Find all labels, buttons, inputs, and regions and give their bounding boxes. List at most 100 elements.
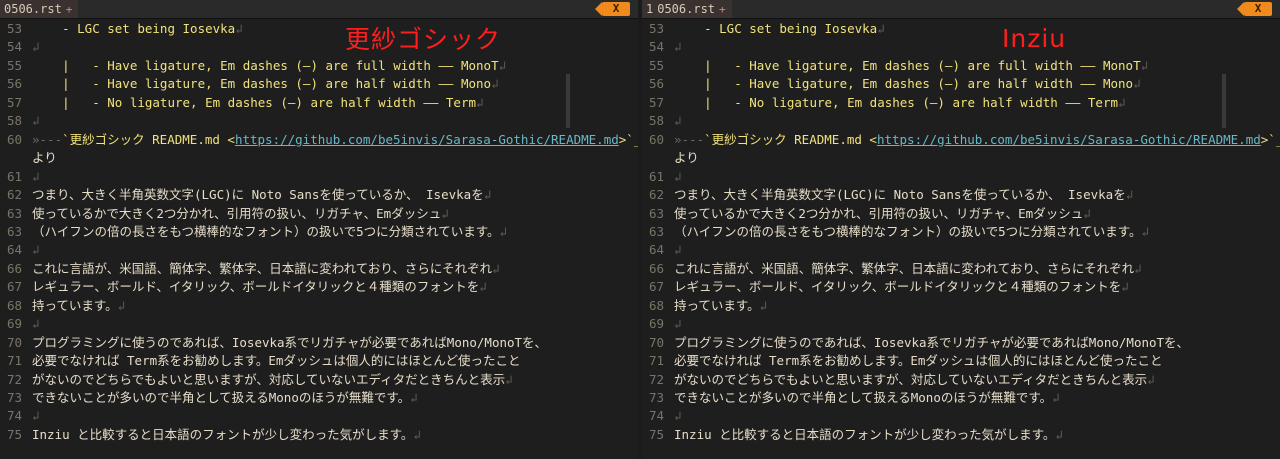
editor-line[interactable]: 60 »---`更紗ゴシック README.md <https://github.… bbox=[642, 131, 1280, 149]
file-tab[interactable]: 1 0506.rst + bbox=[642, 0, 732, 18]
editor-line[interactable]: より bbox=[642, 149, 1280, 167]
tab-label: 0506.rst bbox=[4, 2, 62, 16]
line-text: | - No ligature, Em dashes (—) are half … bbox=[32, 94, 477, 110]
editor-line[interactable]: 69 ↲ bbox=[0, 315, 638, 333]
editor-line[interactable]: 60 »---`更紗ゴシック README.md <https://github.… bbox=[0, 131, 638, 149]
editor-line[interactable]: 62 つまり、大きく半角英数文字(LGC)に Noto Sansを使っているか、 … bbox=[642, 186, 1280, 204]
editor-line[interactable]: 67 レギュラー、ボールド、イタリック、ボールドイタリックと４種類のフォントを↲ bbox=[642, 278, 1280, 296]
editor-line[interactable]: 53 - LGC set being Iosevka↲ bbox=[0, 20, 638, 38]
editor-text-area[interactable]: 53 - LGC set being Iosevka↲ 54 ↲ 55 | - Hav… bbox=[0, 19, 638, 459]
line-return-glyph: ↲ bbox=[476, 94, 484, 110]
line-text: 必要でなければ Term系をお勧めします。Emダッシュは個人的にはほとんど使った… bbox=[32, 353, 521, 369]
line-text: - LGC set being Iosevka bbox=[674, 21, 878, 36]
line-text: 使っているかで大きく2つ分かれ、引用符の扱い、リガチャ、Emダッシュ bbox=[674, 205, 1084, 221]
editor-line[interactable]: 73 できないことが多いので半角として扱えるMonoのほうが無難です。↲ bbox=[0, 389, 638, 407]
line-number: 67 bbox=[6, 279, 22, 295]
line-number: 54 bbox=[6, 39, 22, 55]
line-return-glyph: ↲ bbox=[1052, 390, 1060, 405]
line-number: 71 bbox=[648, 353, 664, 369]
editor-line[interactable]: 71 必要でなければ Term系をお勧めします。Emダッシュは個人的にはほとんど使… bbox=[0, 352, 638, 370]
file-tab[interactable]: 0506.rst + bbox=[0, 0, 79, 18]
line-text: これに言語が、米国語、簡体字、繁体字、日本語に変われており、さらにそれぞれ bbox=[674, 260, 1135, 276]
tab-number: 1 bbox=[646, 2, 654, 16]
editor-line[interactable]: 70 プログラミングに使うのであれば、Iosevka系でリガチャが必要であればMo… bbox=[642, 334, 1280, 352]
line-number: 66 bbox=[6, 260, 22, 276]
editor-line[interactable]: 66 これに言語が、米国語、簡体字、繁体字、日本語に変われており、さらにそれぞれ↲ bbox=[642, 260, 1280, 278]
line-return-glyph: ↲ bbox=[1125, 187, 1134, 203]
editor-line[interactable]: 55 | - Have ligature, Em dashes (—) are … bbox=[0, 57, 638, 75]
editor-line[interactable]: 58 ↲ bbox=[642, 112, 1280, 130]
line-number: 61 bbox=[648, 168, 664, 184]
line-number: 64 bbox=[648, 242, 664, 258]
editor-line[interactable]: 63 使っているかで大きく2つ分かれ、引用符の扱い、リガチャ、Emダッシュ↲ bbox=[0, 205, 638, 223]
editor-line[interactable]: 75 Inziu と比較すると日本語のフォントが少し変わった気がします。↲ bbox=[642, 426, 1280, 444]
url-link[interactable]: https://github.com/be5invis/Sarasa-Gothi… bbox=[235, 132, 619, 147]
editor-line[interactable]: 68 持っています。↲ bbox=[642, 297, 1280, 315]
line-number: 62 bbox=[6, 187, 22, 203]
close-button[interactable]: X bbox=[595, 2, 630, 16]
editor-line[interactable]: 72 がないのでどちらでもよいと思いますが、対応していないエディタだときちんと表示… bbox=[642, 371, 1280, 389]
tab-label: 0506.rst bbox=[657, 2, 716, 16]
line-text: | - Have ligature, Em dashes (—) are ful… bbox=[674, 57, 1141, 73]
modified-indicator: + bbox=[65, 3, 73, 16]
line-number: 63 bbox=[6, 205, 22, 221]
editor-line[interactable]: 57 | - No ligature, Em dashes (—) are ha… bbox=[0, 94, 638, 112]
line-return-glyph: ↲ bbox=[491, 76, 499, 92]
line-return-glyph: ↲ bbox=[410, 390, 418, 405]
line-number: 56 bbox=[6, 76, 22, 92]
editor-line[interactable]: 61 ↲ bbox=[642, 168, 1280, 186]
line-number: 64 bbox=[6, 242, 22, 258]
url-link[interactable]: https://github.com/be5invis/Sarasa-Gothi… bbox=[877, 132, 1261, 147]
editor-line[interactable]: 53 - LGC set being Iosevka↲ bbox=[642, 20, 1280, 38]
left-editor-pane[interactable]: 0506.rst + X 53 - LGC set being Iosevka↲ 5… bbox=[0, 0, 638, 459]
close-button[interactable]: X bbox=[1237, 2, 1272, 16]
editor-line[interactable]: 63 （ハイフンの倍の長さをもつ横棒的なフォント）の扱いで5つに分類されています。… bbox=[642, 223, 1280, 241]
editor-line[interactable]: 64 ↲ bbox=[0, 241, 638, 259]
editor-text-area[interactable]: 53 - LGC set being Iosevka↲ 54 ↲ 55 | - Hav… bbox=[642, 19, 1280, 459]
line-return-glyph: ↲ bbox=[499, 223, 508, 239]
editor-line[interactable]: 56 | - Have ligature, Em dashes (—) are … bbox=[0, 75, 638, 93]
editor-line[interactable]: 54 ↲ bbox=[642, 38, 1280, 56]
editor-line[interactable]: 68 持っています。↲ bbox=[0, 297, 638, 315]
editor-line[interactable]: 54 ↲ bbox=[0, 38, 638, 56]
editor-line[interactable]: 73 できないことが多いので半角として扱えるMonoのほうが無難です。↲ bbox=[642, 389, 1280, 407]
line-text: （ハイフンの倍の長さをもつ横棒的なフォント）の扱いで5つに分類されています。 bbox=[32, 223, 500, 239]
line-text: レギュラー、ボールド、イタリック、ボールドイタリックと４種類のフォントを bbox=[32, 279, 480, 295]
editor-line[interactable]: 74 ↲ bbox=[642, 407, 1280, 425]
line-return-glyph: ↲ bbox=[32, 408, 40, 424]
editor-line[interactable]: 70 プログラミングに使うのであれば、Iosevka系でリガチャが必要であればMo… bbox=[0, 334, 638, 352]
editor-line[interactable]: 72 がないのでどちらでもよいと思いますが、対応していないエディタだときちんと表示… bbox=[0, 371, 638, 389]
line-return-glyph: ↲ bbox=[674, 39, 682, 55]
editor-line[interactable]: 64 ↲ bbox=[642, 241, 1280, 259]
line-text: | - Have ligature, Em dashes (—) are hal… bbox=[32, 76, 492, 92]
editor-line[interactable]: 74 ↲ bbox=[0, 407, 638, 425]
line-text: がないのでどちらでもよいと思いますが、対応していないエディタだときちんと表示 bbox=[674, 371, 1148, 387]
line-number: 60 bbox=[648, 131, 664, 147]
editor-line[interactable]: 67 レギュラー、ボールド、イタリック、ボールドイタリックと４種類のフォントを↲ bbox=[0, 278, 638, 296]
line-number: 60 bbox=[6, 131, 22, 147]
line-number: 68 bbox=[648, 297, 664, 313]
editor-line[interactable]: 69 ↲ bbox=[642, 315, 1280, 333]
right-editor-pane[interactable]: 1 0506.rst + X 53 - LGC set being Iosevka↲… bbox=[642, 0, 1280, 459]
editor-line[interactable]: より bbox=[0, 149, 638, 167]
editor-line[interactable]: 75 Inziu と比較すると日本語のフォントが少し変わった気がします。↲ bbox=[0, 426, 638, 444]
line-text: >`_ bbox=[1260, 131, 1280, 147]
line-number: 75 bbox=[648, 426, 664, 442]
editor-line[interactable]: 56 | - Have ligature, Em dashes (—) are … bbox=[642, 75, 1280, 93]
line-text: （ハイフンの倍の長さをもつ横棒的なフォント）の扱いで5つに分類されています。 bbox=[674, 223, 1142, 239]
editor-line[interactable]: 66 これに言語が、米国語、簡体字、繁体字、日本語に変われており、さらにそれぞれ↲ bbox=[0, 260, 638, 278]
line-text: 持っています。 bbox=[32, 297, 118, 313]
editor-line[interactable]: 71 必要でなければ Term系をお勧めします。Emダッシュは個人的にはほとんど使… bbox=[642, 352, 1280, 370]
editor-line[interactable]: 57 | - No ligature, Em dashes (—) are ha… bbox=[642, 94, 1280, 112]
editor-line[interactable]: 63 使っているかで大きく2つ分かれ、引用符の扱い、リガチャ、Emダッシュ↲ bbox=[642, 205, 1280, 223]
line-text: プログラミングに使うのであれば、Iosevka系でリガチャが必要であればMono… bbox=[32, 334, 548, 350]
editor-line[interactable]: 62 つまり、大きく半角英数文字(LGC)に Noto Sansを使っているか、 … bbox=[0, 186, 638, 204]
editor-line[interactable]: 61 ↲ bbox=[0, 168, 638, 186]
line-return-glyph: ↲ bbox=[235, 21, 243, 36]
scroll-marker bbox=[566, 74, 570, 128]
editor-line[interactable]: 55 | - Have ligature, Em dashes (—) are … bbox=[642, 57, 1280, 75]
editor-line[interactable]: 63 （ハイフンの倍の長さをもつ横棒的なフォント）の扱いで5つに分類されています。… bbox=[0, 223, 638, 241]
line-text: より bbox=[32, 150, 57, 166]
editor-line[interactable]: 58 ↲ bbox=[0, 112, 638, 130]
line-return-glyph: ↲ bbox=[498, 57, 507, 73]
